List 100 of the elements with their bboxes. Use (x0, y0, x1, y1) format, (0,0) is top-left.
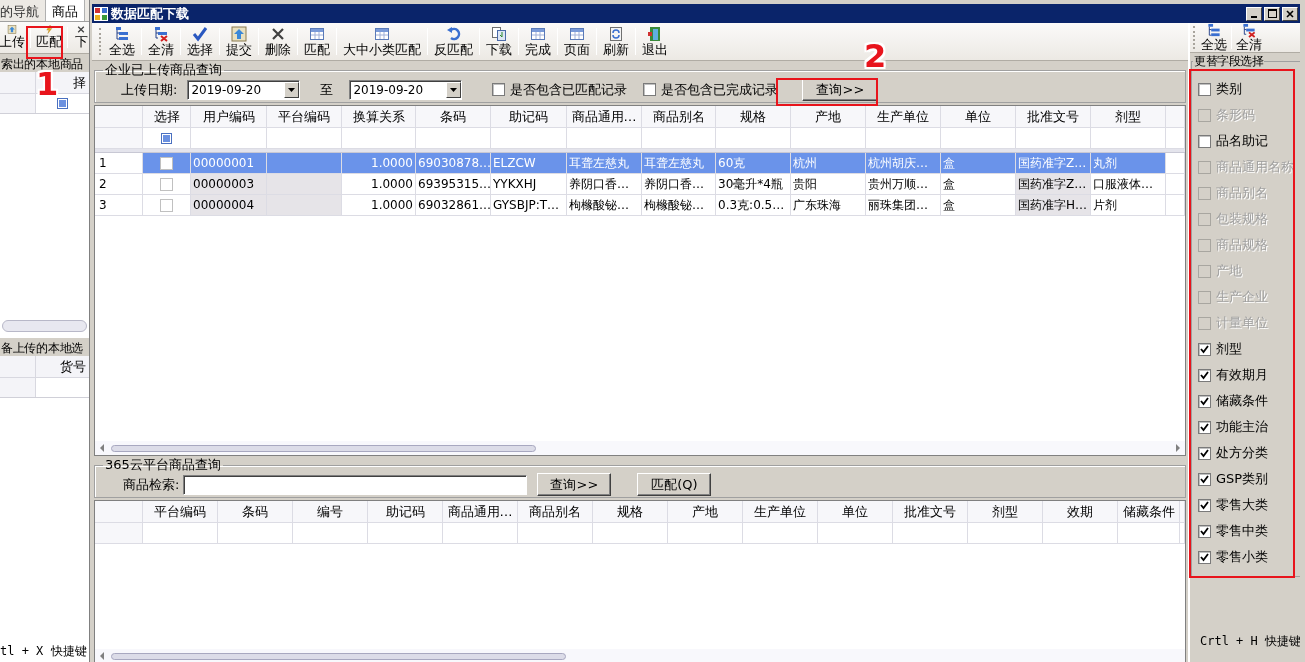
column-header[interactable]: 规格 (716, 106, 791, 128)
checkbox-label: 零售小类 (1216, 548, 1268, 566)
checkbox[interactable] (643, 83, 657, 96)
checkbox[interactable] (1198, 420, 1211, 434)
column-header[interactable]: 剂型 (1091, 106, 1166, 128)
column-header[interactable]: 规格 (593, 501, 668, 523)
checkbox[interactable] (1198, 342, 1211, 356)
minimize-button[interactable] (1246, 6, 1262, 21)
column-header[interactable]: 批准文号 (893, 501, 968, 523)
scroll-right-icon[interactable] (1175, 444, 1181, 452)
maximize-button[interactable] (1264, 6, 1280, 21)
toolbar-button[interactable]: 下 (70, 24, 89, 51)
column-header[interactable]: 助记码 (491, 106, 567, 128)
checkbox[interactable] (1198, 498, 1211, 512)
toolbar-button[interactable]: 完成 (521, 25, 555, 58)
column-header[interactable]: 用户编码 (191, 106, 267, 128)
toolbar-button[interactable]: 全清 (1234, 23, 1264, 52)
column-header[interactable]: 择 (73, 73, 86, 92)
toolbar-button[interactable]: 匹配 (33, 24, 65, 51)
column-header[interactable]: 助记码 (368, 501, 443, 523)
checkbox[interactable] (492, 83, 506, 96)
checkbox-label: 储藏条件 (1216, 392, 1268, 410)
select-all-icon[interactable] (56, 98, 68, 109)
checkbox[interactable] (160, 156, 173, 170)
table-row[interactable]: 3 00000004 1.0000 69032861… GYSBJP:T… 枸橼酸铋… 枸橼酸铋… 0.3克:0.5… 广东珠海 丽珠集团… 盒 国药准字H… 片剂 (95, 195, 1185, 216)
date-field[interactable]: 2019-09-20 (349, 79, 463, 100)
select-all-icon[interactable] (161, 132, 172, 144)
column-header[interactable]: 产地 (791, 106, 866, 128)
checkbox-label: 零售大类 (1216, 496, 1268, 514)
column-header[interactable]: 编号 (293, 501, 368, 523)
toolbar-button[interactable]: 上传 (0, 24, 28, 51)
table-cell: 养阴口香… (567, 174, 642, 195)
checkbox[interactable] (1198, 446, 1211, 460)
scrollbar-thumb[interactable] (111, 652, 566, 660)
column-header[interactable]: 商品通用… (567, 106, 642, 128)
column-header[interactable]: 储藏条件 (1118, 501, 1180, 523)
table-cell: 69395315… (416, 174, 491, 195)
column-header[interactable]: 单位 (818, 501, 893, 523)
table-cell: 00000001 (191, 153, 267, 174)
match-button[interactable]: 匹配(Q) (637, 473, 712, 496)
field-label: 商品检索: (123, 475, 180, 494)
column-header[interactable]: 效期 (1043, 501, 1118, 523)
column-header[interactable]: 条码 (218, 501, 293, 523)
column-header[interactable]: 平台编码 (267, 106, 342, 128)
date-field[interactable]: 2019-09-20 (187, 79, 301, 100)
row-number: 2 (95, 174, 143, 195)
toolbar-button[interactable]: 大中小类匹配 (339, 25, 425, 58)
query-button[interactable]: 查询>> (537, 473, 612, 496)
checkbox[interactable] (1198, 394, 1211, 408)
toolbar-button[interactable]: 提交 (222, 25, 256, 58)
checkbox[interactable] (1198, 134, 1211, 148)
checkbox[interactable] (1198, 524, 1211, 538)
checkbox[interactable] (1198, 472, 1211, 486)
column-header[interactable]: 商品别名 (642, 106, 716, 128)
column-header[interactable]: 条码 (416, 106, 491, 128)
table-cell: ELZCW (491, 153, 567, 174)
toolbar-button[interactable]: 页面 (560, 25, 594, 58)
close-button[interactable] (1282, 6, 1298, 21)
toolbar-button[interactable]: 刷新 (599, 25, 633, 58)
table-cell: 丽珠集团… (866, 195, 941, 216)
toolbar-button[interactable]: 反匹配 (430, 25, 477, 58)
checkbox[interactable] (160, 177, 173, 191)
toolbar-button[interactable]: 全清 (144, 25, 178, 58)
checkbox[interactable] (160, 198, 173, 212)
column-header[interactable]: 生产单位 (866, 106, 941, 128)
undo-arrow-icon (445, 26, 462, 42)
column-header[interactable]: 剂型 (968, 501, 1043, 523)
scroll-left-icon[interactable] (99, 652, 105, 660)
column-header[interactable]: 商品别名 (518, 501, 593, 523)
tab[interactable]: 商品 (46, 0, 85, 21)
column-header[interactable]: 换算关系 (342, 106, 416, 128)
toolbar-button[interactable]: 删除 (261, 25, 295, 58)
table-cell: 盒 (941, 153, 1016, 174)
toolbar-button[interactable]: 下载 (482, 25, 516, 58)
scrollbar-thumb[interactable] (2, 320, 87, 332)
table-row[interactable]: 1 00000001 1.0000 69030878… ELZCW 耳聋左慈丸 耳聋左慈丸 60克 杭州 杭州胡庆… 盒 国药准字Z… 丸剂 (95, 153, 1185, 174)
toolbar-button[interactable]: 选择 (183, 25, 217, 58)
toolbar-button[interactable]: 匹配 (300, 25, 334, 58)
checkbox[interactable] (1198, 368, 1211, 382)
upload-icon (4, 25, 20, 34)
column-header[interactable]: 产地 (668, 501, 743, 523)
table-cell: 杭州 (791, 153, 866, 174)
column-header[interactable]: 生产单位 (743, 501, 818, 523)
column-header[interactable]: 选择 (143, 106, 191, 128)
column-header[interactable]: 平台编码 (143, 501, 218, 523)
scroll-left-icon[interactable] (99, 444, 105, 452)
toolbar-button[interactable]: 全选 (1199, 23, 1229, 52)
toolbar-button[interactable]: 退出 (638, 25, 672, 58)
column-header[interactable]: 商品通用… (443, 501, 518, 523)
table-cell: 片剂 (1091, 195, 1166, 216)
column-header[interactable]: 单位 (941, 106, 1016, 128)
scrollbar-thumb[interactable] (111, 444, 536, 452)
checkbox[interactable] (1198, 550, 1211, 564)
search-field[interactable] (183, 474, 528, 495)
exit-door-icon (647, 26, 663, 42)
column-header[interactable]: 批准文号 (1016, 106, 1091, 128)
column-header (1166, 106, 1185, 128)
checkbox[interactable] (1198, 82, 1211, 96)
table-row[interactable]: 2 00000003 1.0000 69395315… YYKXHJ 养阴口香… 养阴口香… 30毫升*4瓶 贵阳 贵州万顺… 盒 国药准字Z… 口服液体… (95, 174, 1185, 195)
toolbar-button[interactable]: 全选 (105, 25, 139, 58)
